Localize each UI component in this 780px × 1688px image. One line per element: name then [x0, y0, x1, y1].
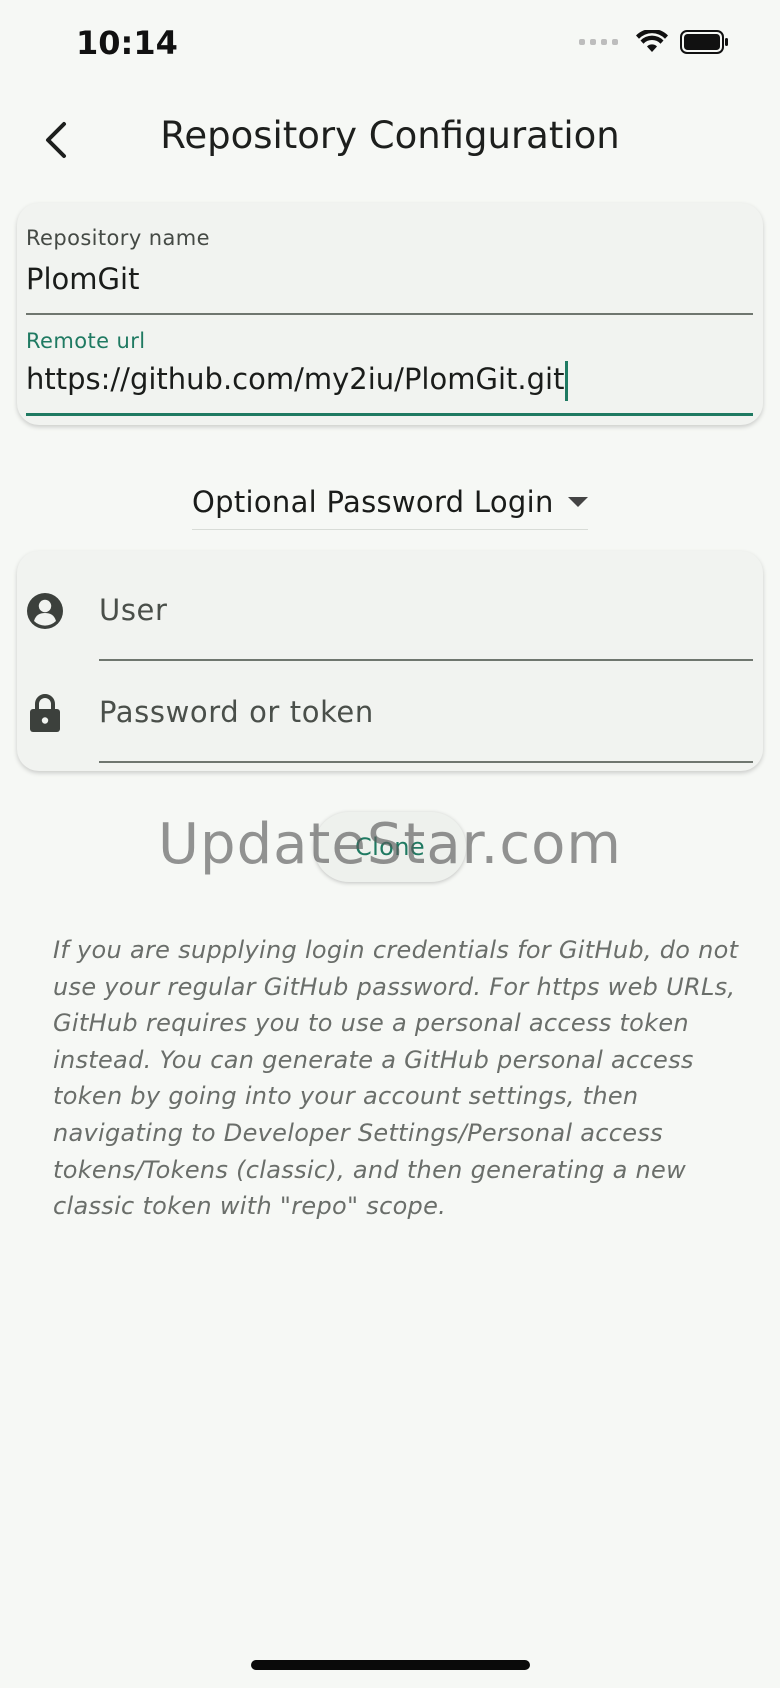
login-mode-label: Optional Password Login: [192, 485, 554, 519]
password-input[interactable]: Password or token: [99, 695, 374, 729]
login-card: User Password or token: [17, 551, 763, 771]
lock-icon: [25, 693, 65, 733]
dropdown-arrow-icon: [567, 497, 588, 507]
help-text: If you are supplying login credentials f…: [53, 936, 739, 1221]
login-mode-dropdown[interactable]: Optional Password Login: [192, 475, 588, 530]
app-bar: Repository Configuration: [0, 100, 780, 180]
page-title: Repository Configuration: [160, 114, 620, 157]
status-bar: 10:14: [0, 0, 780, 90]
password-underline: [99, 761, 753, 763]
remote-url-underline: [26, 413, 753, 416]
remote-url-label: Remote url: [26, 329, 146, 353]
cellular-signal-icon: [579, 39, 618, 45]
account-circle-icon: [25, 591, 65, 631]
remote-url-input[interactable]: https://github.com/my2iu/PlomGit.git: [26, 361, 569, 401]
status-time: 10:14: [76, 24, 178, 62]
user-underline: [99, 659, 753, 661]
repository-name-underline: [26, 313, 753, 315]
user-input[interactable]: User: [99, 593, 168, 627]
wifi-icon: [636, 30, 668, 52]
home-indicator[interactable]: [251, 1660, 530, 1670]
remote-url-value: https://github.com/my2iu/PlomGit.git: [26, 362, 565, 396]
repository-name-label: Repository name: [26, 226, 210, 250]
battery-icon: [680, 30, 728, 54]
clone-button[interactable]: Clone: [314, 812, 466, 882]
status-icons: [579, 30, 730, 54]
repository-name-input[interactable]: PlomGit: [26, 262, 139, 296]
text-caret: [565, 361, 569, 401]
repository-card: Repository name PlomGit Remote url https…: [17, 203, 763, 425]
